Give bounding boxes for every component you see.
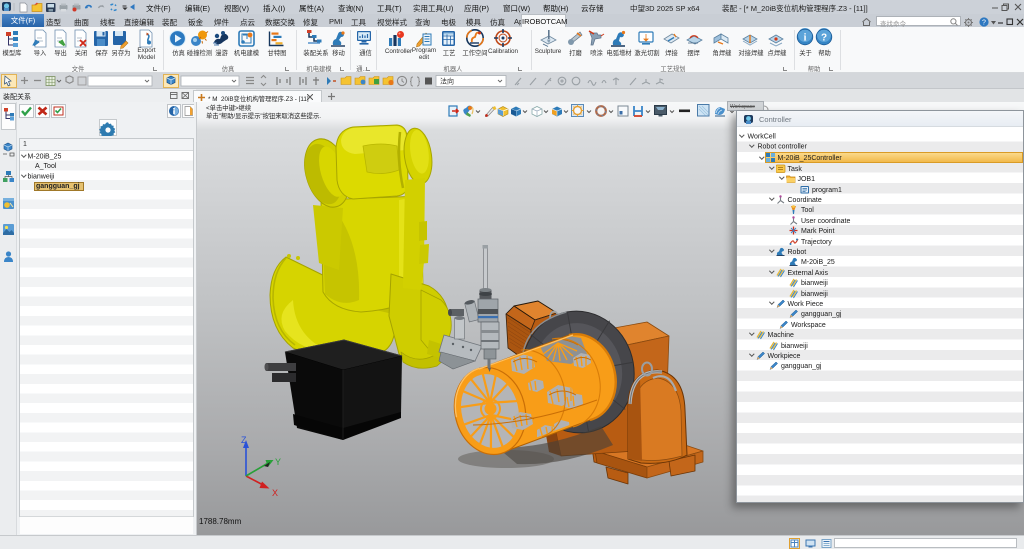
- svg-text:法向: 法向: [440, 77, 454, 86]
- svg-text:Y: Y: [275, 457, 281, 467]
- svg-text:Z: Z: [241, 435, 247, 445]
- svg-text:i: i: [804, 33, 807, 44]
- svg-text:?: ?: [821, 33, 827, 44]
- svg-text:?: ?: [982, 19, 986, 26]
- svg-text:X: X: [272, 488, 278, 498]
